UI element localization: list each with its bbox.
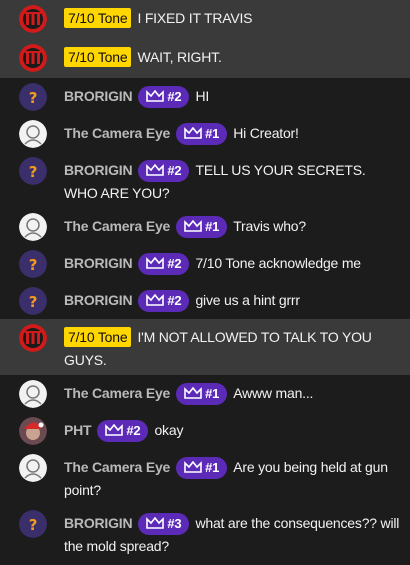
chat-message: The Camera Eye #1 Hi Creator!	[0, 115, 410, 152]
crown-icon	[146, 90, 165, 103]
crown-icon	[146, 257, 165, 270]
user-avatar-icon[interactable]	[19, 380, 47, 408]
chat-message: The Camera Eye #1 Are you being held at gu…	[0, 449, 410, 505]
channel-avatar-icon[interactable]	[19, 324, 47, 352]
member-badge: #1	[176, 383, 228, 406]
author-name[interactable]: The Camera Eye	[64, 125, 170, 141]
message-text: I FIXED IT TRAVIS	[137, 10, 253, 26]
chat-message: ? BRORIGIN #2 HI	[0, 78, 410, 115]
user-avatar-icon[interactable]: ?	[19, 83, 47, 111]
chat-message: PHT #2 okay	[0, 412, 410, 449]
member-badge: #2	[138, 290, 190, 313]
user-avatar-icon[interactable]: ?	[19, 287, 47, 315]
chat-message: ? BRORIGIN #2 give us a hint grrr	[0, 282, 410, 319]
chat-message: ? BRORIGIN #3 what are the consequences?? …	[0, 505, 410, 554]
svg-text:?: ?	[29, 293, 38, 311]
svg-text:?: ?	[29, 256, 38, 274]
message-text: okay	[154, 422, 184, 438]
member-badge: #2	[138, 160, 190, 183]
channel-avatar-icon[interactable]	[19, 44, 47, 72]
message-text: WAIT, RIGHT.	[137, 49, 222, 65]
svg-text:?: ?	[29, 163, 38, 181]
author-name[interactable]: BRORIGIN	[64, 162, 133, 178]
author-name[interactable]: The Camera Eye	[64, 385, 170, 401]
channel-avatar-icon[interactable]	[19, 5, 47, 33]
author-name-owner-badge[interactable]: 7/10 Tone	[64, 327, 132, 347]
user-avatar-icon[interactable]: ?	[19, 250, 47, 278]
crown-icon	[184, 387, 202, 400]
message-text: Travis who?	[233, 218, 306, 234]
crown-icon	[105, 424, 124, 437]
chat-message-list: 7/10 Tone I FIXED IT TRAVIS 7/10 Tone WAIT…	[0, 0, 410, 565]
svg-text:?: ?	[29, 516, 38, 534]
chat-message: 7/10 Tone WAIT, RIGHT.	[0, 39, 410, 78]
author-name-owner-badge[interactable]: 7/10 Tone	[64, 8, 132, 28]
crown-icon	[146, 294, 165, 307]
crown-icon	[184, 220, 202, 233]
member-badge: #1	[176, 457, 228, 480]
message-text: give us a hint grrr	[195, 292, 300, 308]
author-name[interactable]: BRORIGIN	[64, 515, 133, 531]
crown-icon	[146, 517, 165, 530]
message-text: HI	[195, 88, 210, 104]
crown-icon	[184, 461, 202, 474]
chat-message: 7/10 Tone I'M NOT ALLOWED TO TALK TO YOU …	[0, 319, 410, 375]
chat-message: ? BRORIGIN #2 7/10 Tone acknowledge me	[0, 245, 410, 282]
author-name[interactable]: PHT	[64, 422, 92, 438]
message-text: Awww man...	[233, 385, 314, 401]
member-badge: #3	[138, 513, 190, 536]
message-text: 7/10 Tone acknowledge me	[195, 255, 361, 271]
chat-message: The Camera Eye #1 Travis who?	[0, 208, 410, 245]
author-name[interactable]: BRORIGIN	[64, 88, 133, 104]
author-name[interactable]: BRORIGIN	[64, 292, 133, 308]
crown-icon	[146, 164, 165, 177]
author-name[interactable]: The Camera Eye	[64, 459, 170, 475]
user-avatar-icon[interactable]	[19, 417, 47, 445]
member-badge: #1	[176, 123, 228, 146]
chat-message: ? BRORIGIN #2 TELL US YOUR SECRETS. WHO AR…	[0, 152, 410, 208]
crown-icon	[184, 127, 202, 140]
author-name-owner-badge[interactable]: 7/10 Tone	[64, 47, 132, 67]
user-avatar-icon[interactable]: ?	[19, 510, 47, 538]
member-badge: #1	[176, 216, 228, 239]
member-badge: #2	[138, 86, 190, 109]
svg-text:?: ?	[29, 89, 38, 107]
author-name[interactable]: The Camera Eye	[64, 218, 170, 234]
message-text: Hi Creator!	[233, 125, 299, 141]
author-name[interactable]: BRORIGIN	[64, 255, 133, 271]
user-avatar-icon[interactable]: ?	[19, 157, 47, 185]
chat-message: The Camera Eye #1 Awww man...	[0, 375, 410, 412]
user-avatar-icon[interactable]	[19, 454, 47, 482]
member-badge: #2	[97, 420, 149, 443]
user-avatar-icon[interactable]	[19, 213, 47, 241]
chat-message: 7/10 Tone I FIXED IT TRAVIS	[0, 0, 410, 39]
user-avatar-icon[interactable]	[19, 120, 47, 148]
member-badge: #2	[138, 253, 190, 276]
